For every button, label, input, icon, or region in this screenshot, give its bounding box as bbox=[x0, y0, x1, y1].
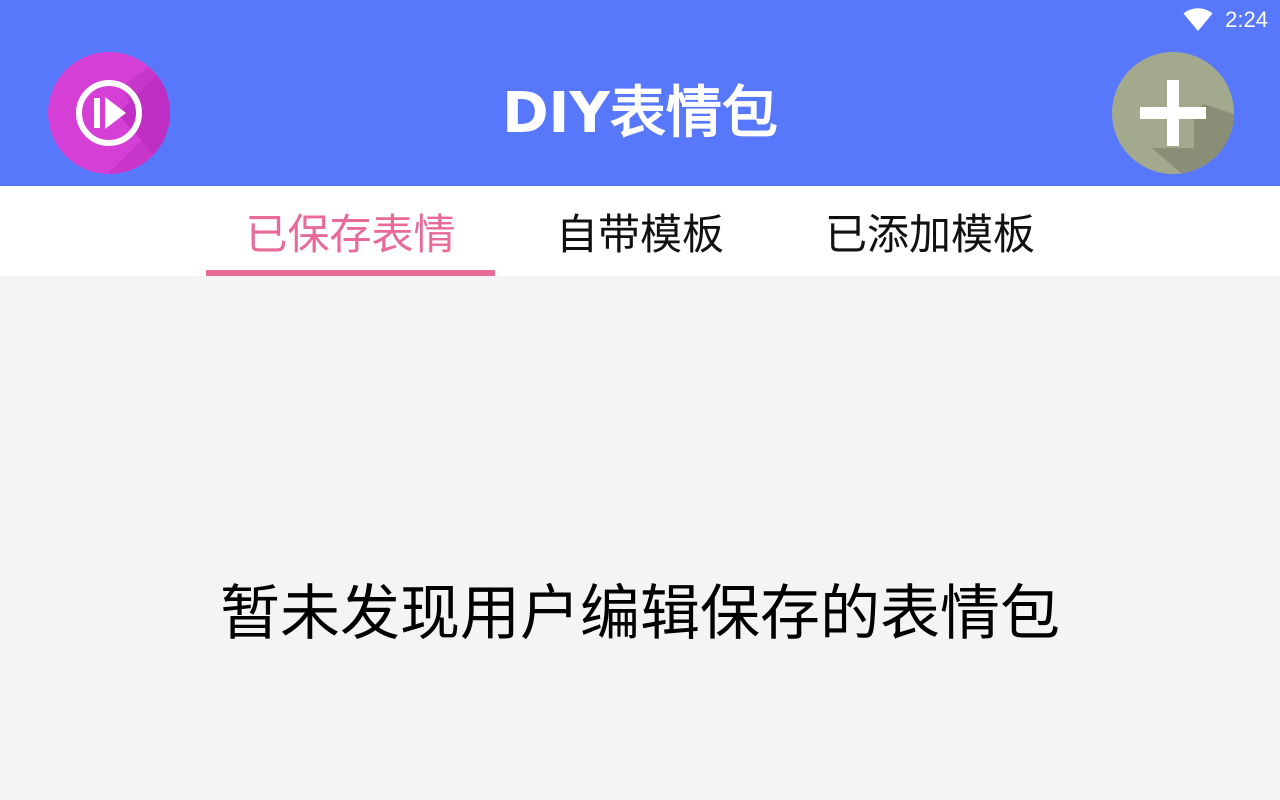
status-bar: 2:24 bbox=[1183, 6, 1268, 34]
tab-indicator bbox=[206, 270, 495, 276]
tab-builtin-templates[interactable]: 自带模板 bbox=[495, 186, 785, 276]
app-title: DIY表情包 bbox=[502, 81, 778, 146]
plus-icon bbox=[1140, 80, 1234, 174]
app-root: 2:24 DIY表情包 已保存表情 自带模板 已添加模板 暂未发现用户编辑保存的… bbox=[0, 0, 1280, 800]
tab-added-templates[interactable]: 已添加模板 bbox=[785, 186, 1075, 276]
status-time: 2:24 bbox=[1225, 7, 1268, 32]
app-bar: 2:24 DIY表情包 bbox=[0, 0, 1280, 186]
tab-bar: 已保存表情 自带模板 已添加模板 bbox=[0, 186, 1280, 276]
empty-state-message: 暂未发现用户编辑保存的表情包 bbox=[220, 579, 1060, 649]
add-button[interactable] bbox=[1112, 52, 1234, 174]
tab-saved-stickers[interactable]: 已保存表情 bbox=[206, 186, 495, 276]
wifi-icon bbox=[1183, 8, 1213, 31]
